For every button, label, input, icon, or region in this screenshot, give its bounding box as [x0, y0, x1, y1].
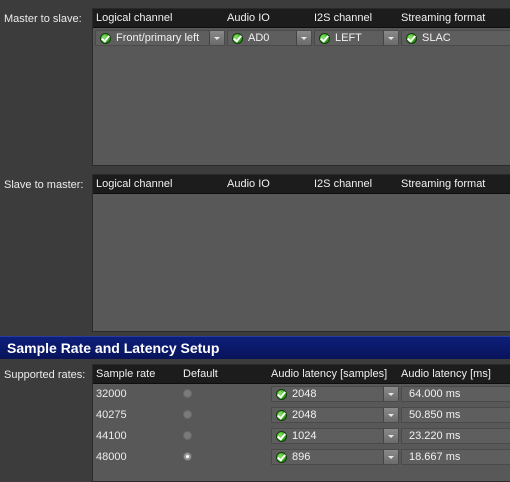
col-audio-io: Audio IO — [227, 178, 270, 190]
slave-to-master-label: Slave to master: — [4, 179, 84, 191]
latency-samples-select[interactable]: 2048 — [271, 407, 399, 423]
default-radio[interactable] — [183, 389, 192, 398]
green-check-icon — [232, 33, 243, 44]
col-sample-rate: Sample rate — [96, 368, 156, 380]
table-header: Logical channel Audio IO I2S channel Str… — [93, 175, 510, 194]
table-row: 32000 2048 64.000 ms — [93, 384, 510, 404]
section-title: Sample Rate and Latency Setup — [7, 340, 220, 356]
chevron-down-icon[interactable] — [296, 31, 311, 45]
col-audio-io: Audio IO — [227, 12, 270, 24]
green-check-icon — [406, 33, 417, 44]
chevron-down-icon[interactable] — [383, 387, 398, 401]
latency-samples-value: 1024 — [292, 430, 317, 442]
default-radio[interactable] — [183, 431, 192, 440]
table-row: Front/primary left AD0 LEFT SLAC — [93, 28, 510, 48]
audio-io-select[interactable]: AD0 — [227, 30, 312, 46]
supported-rates-label: Supported rates: — [4, 369, 86, 381]
latency-ms-value: 50.850 ms — [409, 409, 461, 421]
green-check-icon — [276, 452, 287, 463]
chevron-down-icon[interactable] — [383, 450, 398, 464]
latency-samples-select[interactable]: 1024 — [271, 428, 399, 444]
col-i2s-channel: I2S channel — [314, 12, 373, 24]
green-check-icon — [276, 431, 287, 442]
latency-ms-field: 64.000 ms — [401, 386, 510, 402]
col-streaming-format: Streaming format — [401, 178, 486, 190]
sample-rate-value: 32000 — [96, 388, 127, 400]
green-check-icon — [100, 33, 111, 44]
latency-samples-value: 896 — [292, 451, 311, 463]
table-header: Logical channel Audio IO I2S channel Str… — [93, 9, 510, 28]
section-header: Sample Rate and Latency Setup — [0, 336, 510, 359]
sample-rate-value: 44100 — [96, 430, 127, 442]
green-check-icon — [276, 410, 287, 421]
table-row: 40275 2048 50.850 ms — [93, 405, 510, 425]
green-check-icon — [276, 389, 287, 400]
chevron-down-icon[interactable] — [383, 408, 398, 422]
i2s-channel-select[interactable]: LEFT — [314, 30, 399, 46]
streaming-format-value: SLAC — [422, 32, 451, 44]
default-radio[interactable] — [183, 452, 192, 461]
default-radio[interactable] — [183, 410, 192, 419]
chevron-down-icon[interactable] — [383, 429, 398, 443]
latency-ms-field: 18.667 ms — [401, 449, 510, 465]
supported-rates-table: Sample rate Default Audio latency [sampl… — [92, 364, 510, 482]
master-to-slave-table: Logical channel Audio IO I2S channel Str… — [92, 8, 510, 166]
col-streaming-format: Streaming format — [401, 12, 486, 24]
latency-ms-value: 64.000 ms — [409, 388, 461, 400]
latency-ms-value: 23.220 ms — [409, 430, 461, 442]
green-check-icon — [319, 33, 330, 44]
chevron-down-icon[interactable] — [383, 31, 398, 45]
logical-channel-select[interactable]: Front/primary left — [95, 30, 225, 46]
i2s-channel-value: LEFT — [335, 32, 362, 44]
latency-samples-value: 2048 — [292, 388, 317, 400]
latency-samples-select[interactable]: 896 — [271, 449, 399, 465]
master-to-slave-label: Master to slave: — [4, 13, 82, 25]
col-i2s-channel: I2S channel — [314, 178, 373, 190]
table-row: 44100 1024 23.220 ms — [93, 426, 510, 446]
latency-ms-value: 18.667 ms — [409, 451, 461, 463]
latency-samples-value: 2048 — [292, 409, 317, 421]
logical-channel-value: Front/primary left — [116, 32, 200, 44]
col-logical-channel: Logical channel — [96, 178, 173, 190]
table-header: Sample rate Default Audio latency [sampl… — [93, 365, 510, 384]
latency-samples-select[interactable]: 2048 — [271, 386, 399, 402]
latency-ms-field: 50.850 ms — [401, 407, 510, 423]
latency-ms-field: 23.220 ms — [401, 428, 510, 444]
slave-to-master-table: Logical channel Audio IO I2S channel Str… — [92, 174, 510, 332]
chevron-down-icon[interactable] — [209, 31, 224, 45]
sample-rate-value: 48000 — [96, 451, 127, 463]
table-row: 48000 896 18.667 ms — [93, 447, 510, 467]
audio-io-value: AD0 — [248, 32, 270, 44]
streaming-format-select[interactable]: SLAC — [401, 30, 510, 46]
col-default: Default — [183, 368, 218, 380]
col-logical-channel: Logical channel — [96, 12, 173, 24]
sample-rate-value: 40275 — [96, 409, 127, 421]
col-latency-ms: Audio latency [ms] — [401, 368, 491, 380]
col-latency-samples: Audio latency [samples] — [271, 368, 388, 380]
